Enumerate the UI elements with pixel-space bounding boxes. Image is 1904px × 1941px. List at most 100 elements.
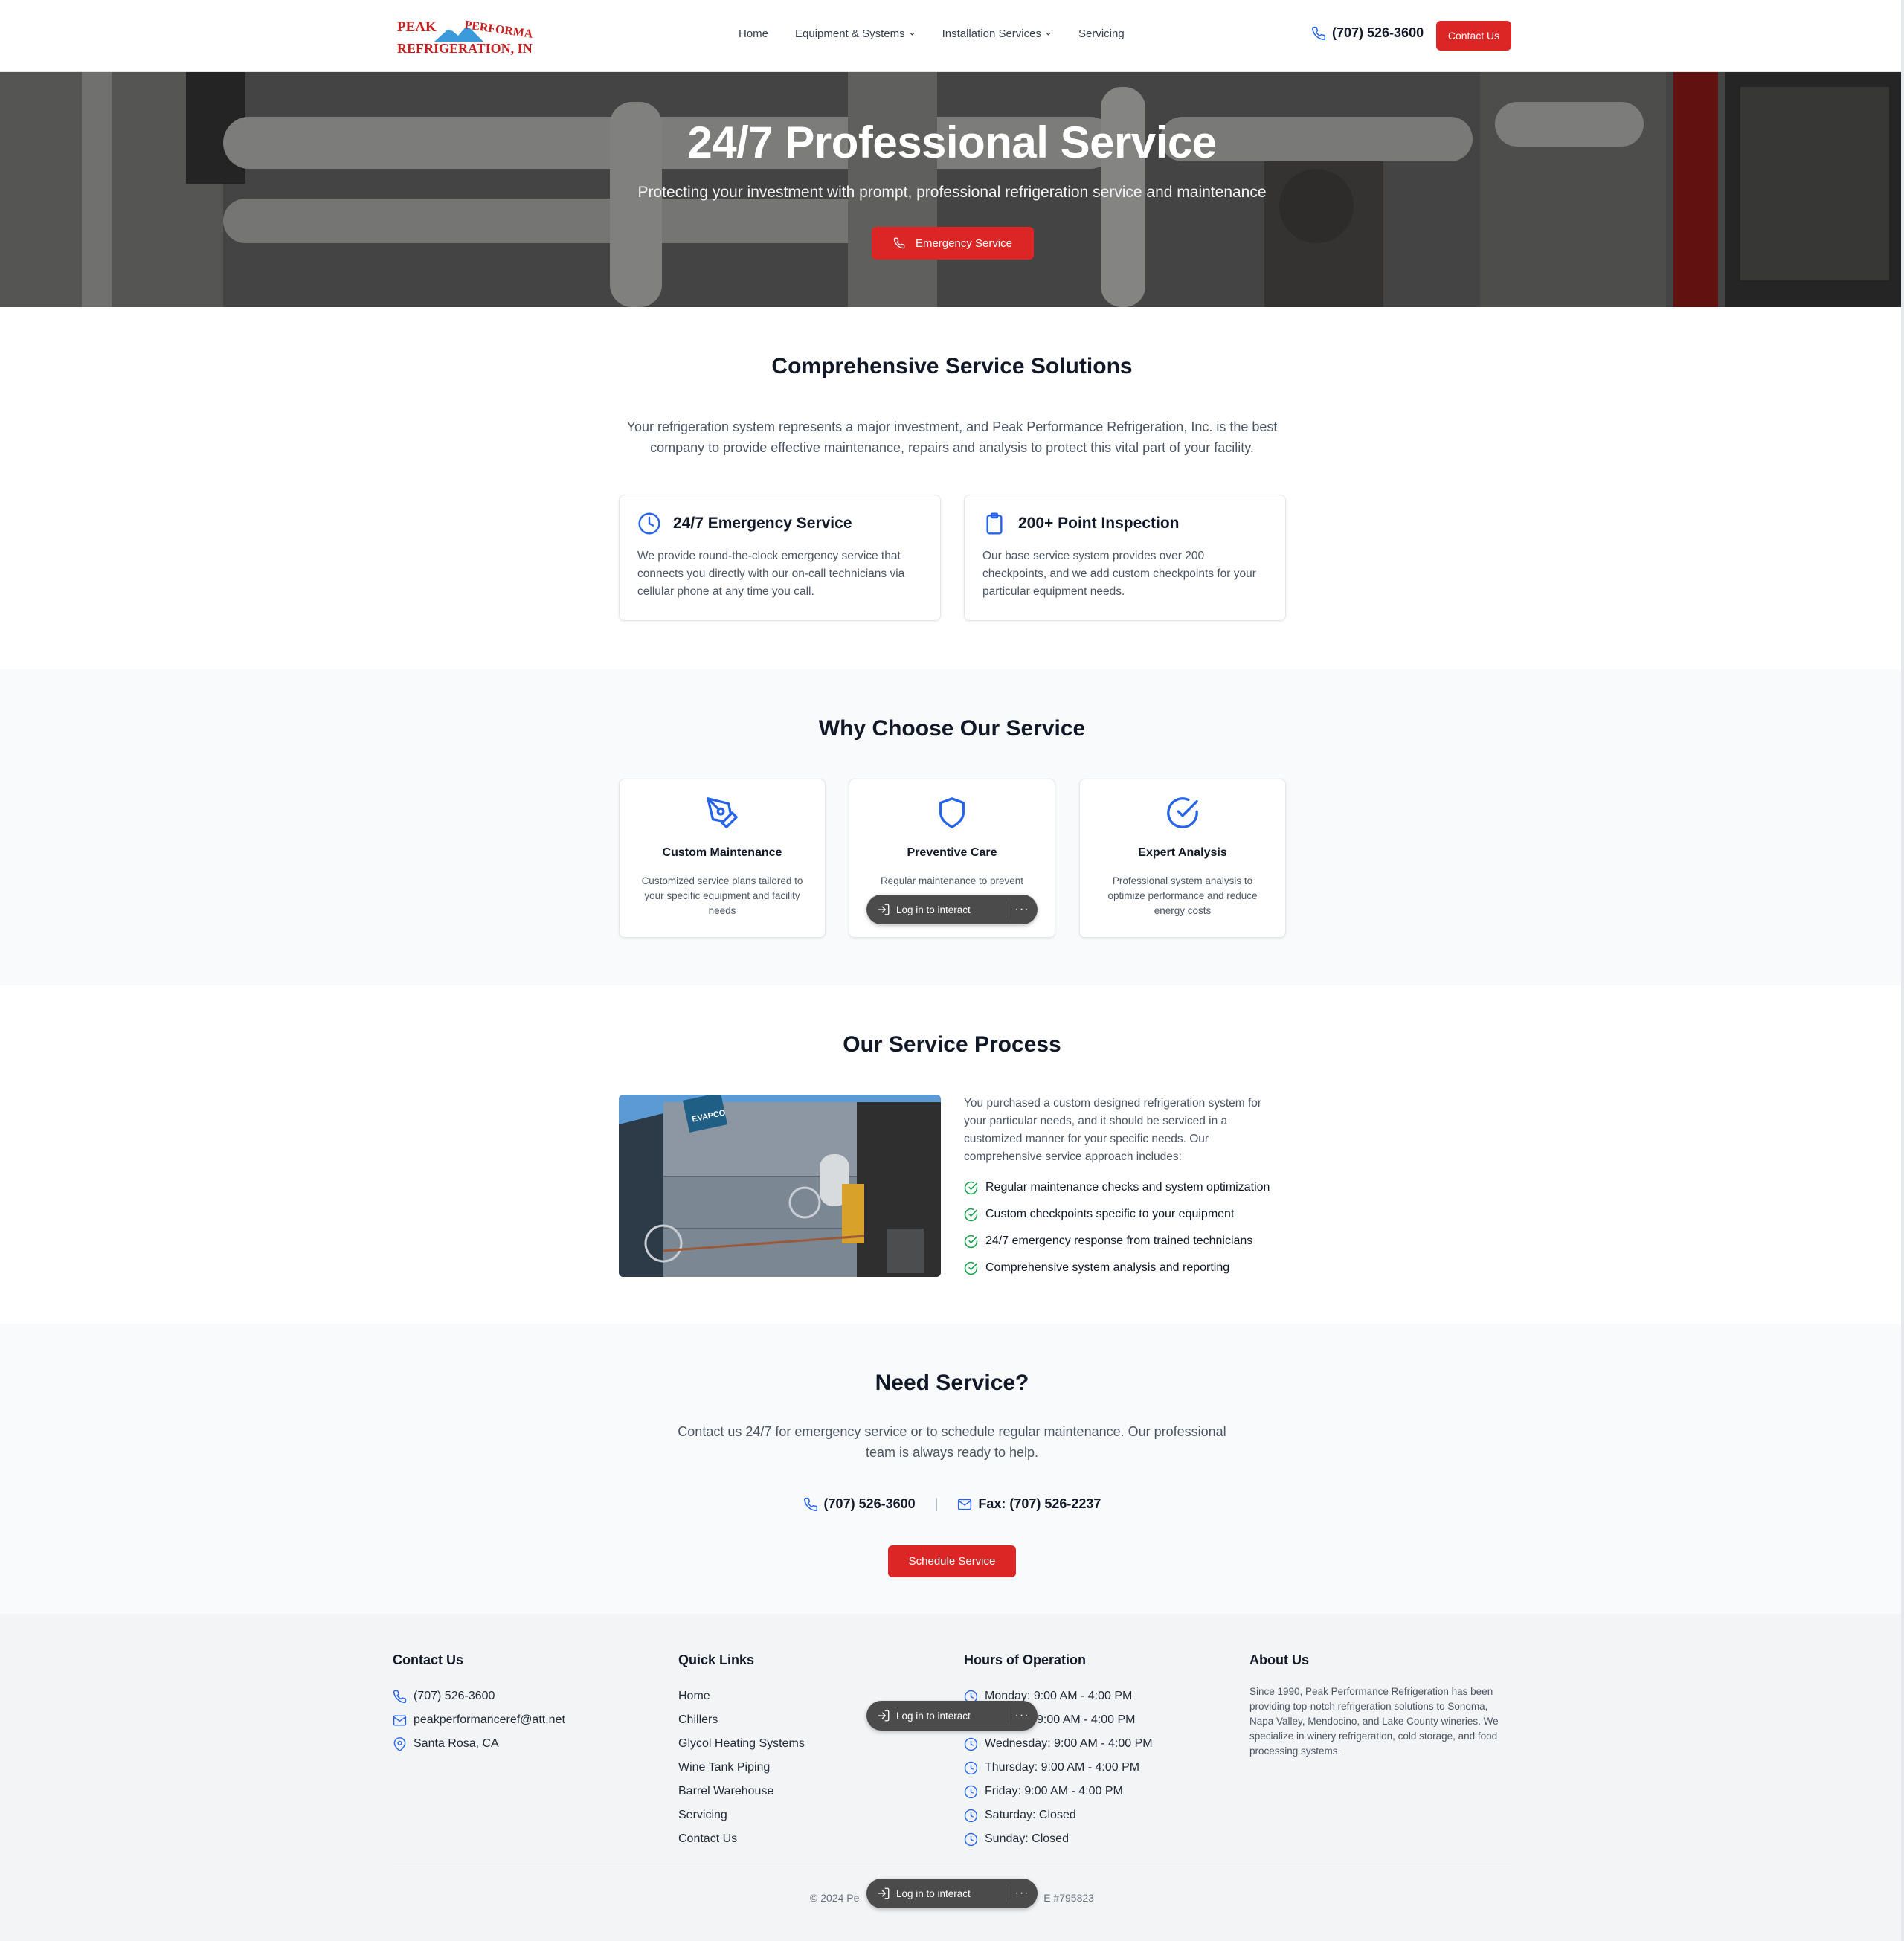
footer-link-barrel[interactable]: Barrel Warehouse [678, 1780, 805, 1803]
svg-text:PEAK: PEAK [397, 19, 437, 35]
checklist-text: 24/7 emergency response from trained tec… [985, 1235, 1253, 1247]
nav-servicing[interactable]: Servicing [1078, 28, 1125, 40]
need-phone-number: (707) 526-3600 [823, 1496, 916, 1511]
clock-icon [964, 1832, 978, 1846]
solutions-title: Comprehensive Service Solutions [771, 354, 1133, 379]
service-process-section: Our Service Process EVAPCO You purchased… [0, 985, 1904, 1324]
login-to-interact-pill[interactable]: Log in to interact ··· [866, 895, 1038, 924]
why-choose-section: Why Choose Our Service Custom Maintenanc… [0, 669, 1904, 985]
footer-location-text: Santa Rosa, CA [414, 1737, 499, 1750]
hours-text: Friday: 9:00 AM - 4:00 PM [985, 1785, 1123, 1797]
footer-phone-text: (707) 526-3600 [414, 1690, 495, 1702]
footer-link-servicing[interactable]: Servicing [678, 1803, 805, 1827]
phone-icon [803, 1497, 817, 1511]
hero-banner: 24/7 Professional Service Protecting you… [0, 72, 1904, 307]
nav-equipment-label: Equipment & Systems [795, 28, 905, 40]
icon-wrap [620, 796, 825, 830]
company-logo[interactable]: PEAK PERFORMANCE REFRIGERATION, INC. [396, 12, 533, 59]
footer-link-home[interactable]: Home [678, 1684, 805, 1708]
contact-row: (707) 526-3600 | Fax: (707) 526-2237 [0, 1496, 1904, 1512]
log-in-icon [878, 904, 890, 915]
footer-email[interactable]: peakperformanceref@att.net [393, 1708, 565, 1732]
card-header: 24/7 Emergency Service [637, 512, 852, 535]
need-fax-number: Fax: (707) 526-2237 [978, 1496, 1101, 1511]
service-solutions-section: Comprehensive Service Solutions Your ref… [0, 307, 1904, 669]
footer-links-title: Quick Links [678, 1652, 755, 1667]
nav-home-label: Home [739, 28, 769, 40]
copyright-left: © 2024 Pe [810, 1892, 860, 1904]
pill-label: Log in to interact [896, 904, 971, 915]
emergency-service-button[interactable]: Emergency Service [872, 227, 1034, 260]
footer-link-glycol[interactable]: Glycol Heating Systems [678, 1732, 805, 1756]
why-title: Why Choose Our Service [818, 716, 1086, 741]
clock-icon [964, 1761, 978, 1774]
nav-home[interactable]: Home [739, 28, 768, 40]
header-phone-number: (707) 526-3600 [1332, 25, 1424, 40]
need-service-lead: Contact us 24/7 for emergency service or… [678, 1424, 1226, 1460]
card-title: 200+ Point Inspection [1018, 515, 1180, 532]
phone-icon [393, 1690, 407, 1703]
pill-label: Log in to interact [896, 1710, 971, 1722]
clipboard-icon [986, 512, 1003, 535]
solutions-lead: Your refrigeration system represents a m… [626, 419, 1278, 455]
point-inspection-card: 200+ Point Inspection Our base service s… [964, 495, 1286, 621]
contact-us-button[interactable]: Contact Us [1436, 21, 1511, 51]
footer-hours-title: Hours of Operation [964, 1652, 1087, 1667]
need-service-section: Need Service? Contact us 24/7 for emerge… [0, 1324, 1904, 1614]
map-pin-icon [393, 1736, 406, 1751]
check-circle-icon [1167, 797, 1198, 828]
more-options-icon[interactable]: ··· [1006, 1709, 1038, 1722]
footer-contact-title: Contact Us [393, 1652, 464, 1667]
footer-location: Santa Rosa, CA [393, 1732, 565, 1756]
hours-item: Wednesday: 9:00 AM - 4:00 PM [964, 1732, 1153, 1756]
footer-link-wine-tank[interactable]: Wine Tank Piping [678, 1756, 805, 1780]
nav-servicing-label: Servicing [1078, 28, 1125, 40]
cooling-tower-image: EVAPCO [619, 1095, 941, 1277]
footer-contact: Contact Us (707) 526-3600 peakperformanc… [393, 1652, 565, 1756]
schedule-service-button[interactable]: Schedule Service [888, 1545, 1016, 1577]
clock-icon [964, 1785, 978, 1798]
process-checklist: Regular maintenance checks and system op… [964, 1174, 1270, 1281]
mail-icon [958, 1499, 972, 1510]
footer-phone[interactable]: (707) 526-3600 [393, 1684, 565, 1708]
footer-quick-links: Quick Links Home Chillers Glycol Heating… [678, 1652, 805, 1851]
footer-about-title: About Us [1250, 1652, 1309, 1667]
clock-icon [964, 1809, 978, 1822]
checklist-item: Custom checkpoints specific to your equi… [964, 1201, 1270, 1228]
login-to-interact-pill[interactable]: Log in to interact ··· [866, 1701, 1038, 1731]
need-phone[interactable]: (707) 526-3600 [803, 1496, 916, 1512]
footer-email-text: peakperformanceref@att.net [414, 1713, 565, 1726]
chevron-down-icon [909, 32, 915, 36]
more-options-icon[interactable]: ··· [1006, 903, 1038, 916]
more-options-icon[interactable]: ··· [1006, 1887, 1038, 1900]
card-title: Custom Maintenance [662, 846, 782, 859]
footer-link-contact[interactable]: Contact Us [678, 1827, 805, 1851]
pen-tool-icon [707, 797, 738, 828]
hero-title: 24/7 Professional Service [687, 118, 1217, 167]
mail-icon [393, 1714, 407, 1726]
need-service-title: Need Service? [875, 1371, 1029, 1395]
card-header: 200+ Point Inspection [982, 512, 1179, 535]
card-text: We provide round-the-clock emergency ser… [637, 550, 905, 598]
checklist-item: Regular maintenance checks and system op… [964, 1174, 1270, 1201]
nav-equipment-systems[interactable]: Equipment & Systems [795, 28, 916, 40]
custom-maintenance-card: Custom Maintenance Customized service pl… [619, 779, 826, 938]
checklist-text: Custom checkpoints specific to your equi… [985, 1208, 1235, 1220]
card-text: Professional system analysis to optimize… [1107, 875, 1258, 916]
process-description: You purchased a custom designed refriger… [964, 1097, 1262, 1163]
hours-item: Thursday: 9:00 AM - 4:00 PM [964, 1756, 1153, 1780]
card-text: Our base service system provides over 20… [982, 550, 1256, 598]
hours-item: Friday: 9:00 AM - 4:00 PM [964, 1780, 1153, 1803]
process-title: Our Service Process [843, 1032, 1061, 1057]
hours-text: 9:00 AM - 4:00 PM [1037, 1713, 1136, 1726]
process-image: EVAPCO [619, 1095, 941, 1277]
login-to-interact-pill[interactable]: Log in to interact ··· [866, 1879, 1038, 1908]
nav-installation-services[interactable]: Installation Services [942, 28, 1052, 40]
icon-wrap [849, 796, 1055, 830]
page-scrollbar[interactable] [1901, 0, 1904, 1941]
clock-icon [964, 1737, 978, 1751]
card-text: Regular maintenance to prevent [880, 875, 1024, 886]
checklist-text: Comprehensive system analysis and report… [985, 1261, 1230, 1274]
footer-link-chillers[interactable]: Chillers [678, 1708, 805, 1732]
header-phone[interactable]: (707) 526-3600 [1311, 25, 1424, 41]
